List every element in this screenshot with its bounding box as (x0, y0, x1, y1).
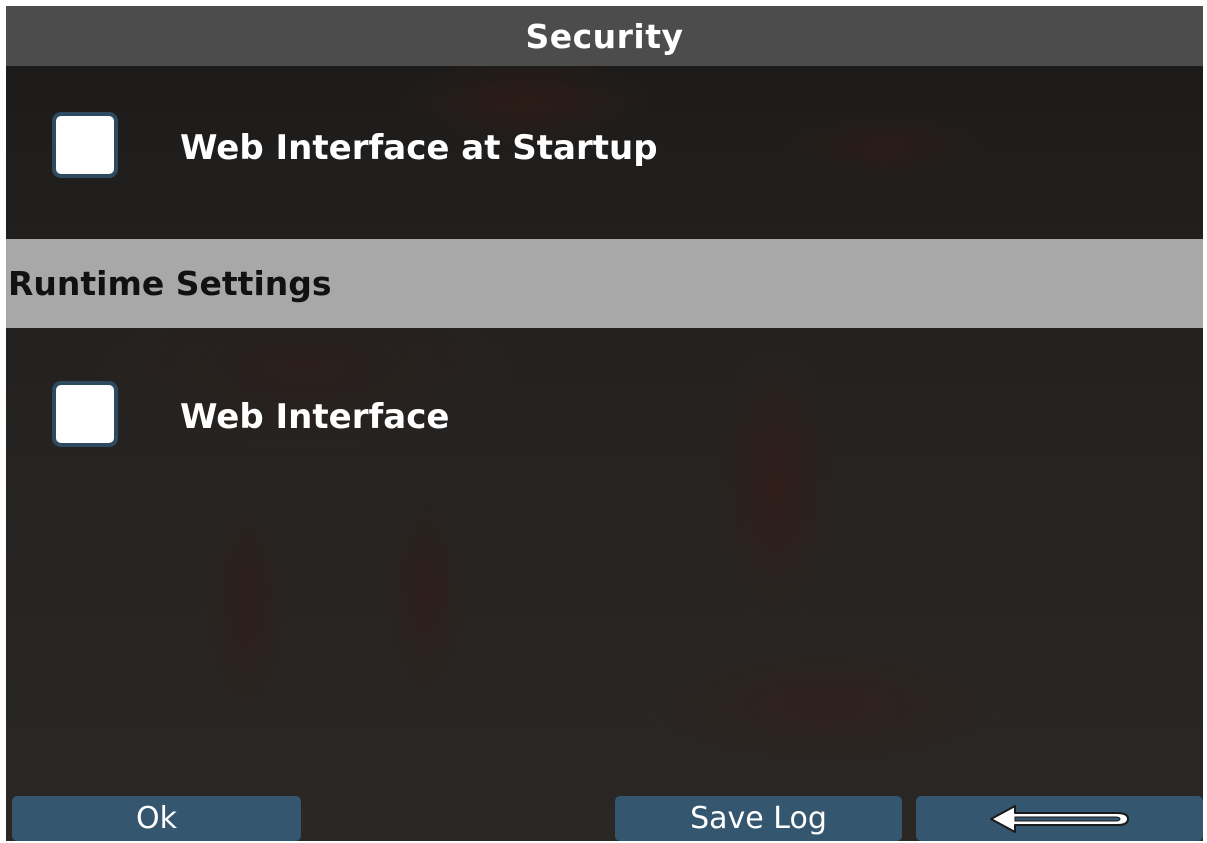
web-interface-label: Web Interface (180, 397, 450, 437)
save-log-button[interactable]: Save Log (615, 796, 902, 841)
page-title: Security (525, 16, 684, 56)
section-header-runtime-settings: Runtime Settings (6, 239, 1203, 328)
web-interface-checkbox[interactable] (52, 381, 118, 447)
ok-button[interactable]: Ok (12, 796, 301, 841)
back-button[interactable] (916, 796, 1203, 841)
title-bar: Security (6, 6, 1203, 66)
section-title: Runtime Settings (8, 264, 332, 303)
web-interface-startup-label: Web Interface at Startup (180, 128, 658, 168)
left-arrow-icon (989, 804, 1129, 833)
option-row-web-interface-startup[interactable]: Web Interface at Startup (6, 96, 1203, 206)
option-row-web-interface[interactable]: Web Interface (6, 365, 1203, 475)
save-log-button-label: Save Log (690, 801, 827, 836)
web-interface-startup-checkbox[interactable] (52, 112, 118, 178)
ok-button-label: Ok (136, 801, 177, 836)
security-screen: Security Web Interface at Startup Runtim… (6, 6, 1203, 841)
